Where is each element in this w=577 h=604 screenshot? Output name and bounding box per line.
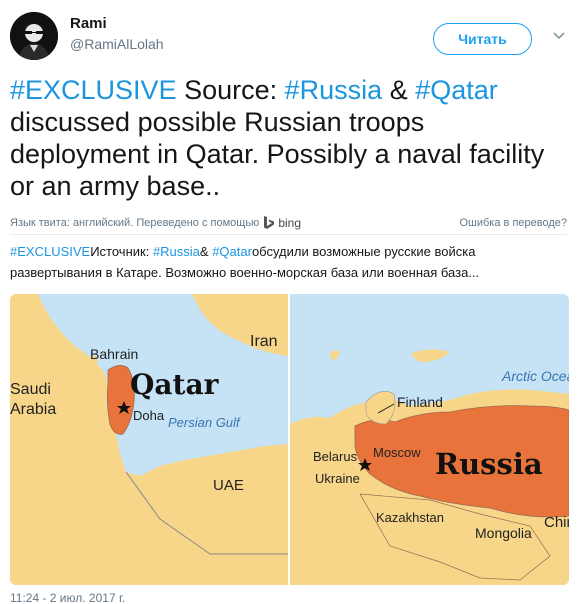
avatar-image	[10, 12, 58, 60]
label-arctic-ocean: Arctic Ocean	[501, 368, 569, 384]
label-russia: Russia	[435, 447, 543, 481]
label-iran: Iran	[250, 333, 278, 350]
hashtag-qatar-translated[interactable]: #Qatar	[212, 244, 252, 259]
media-image: Bahrain Iran Saudi Arabia Qatar Doha Per…	[10, 294, 569, 585]
hashtag-exclusive[interactable]: #EXCLUSIVE	[10, 75, 177, 105]
tweet-timestamp[interactable]: 11:24 - 2 июл. 2017 г.	[10, 591, 125, 604]
chevron-down-icon[interactable]	[551, 28, 567, 44]
hashtag-russia[interactable]: #Russia	[285, 75, 383, 105]
hashtag-qatar[interactable]: #Qatar	[415, 75, 498, 105]
hashtag-exclusive-translated[interactable]: #EXCLUSIVE	[10, 244, 90, 259]
label-qatar: Qatar	[130, 368, 220, 401]
label-arabia: Arabia	[10, 401, 56, 418]
map-russia: Arctic Ocean Finland Belarus Moscow Ukra…	[290, 294, 569, 585]
hashtag-russia-translated[interactable]: #Russia	[153, 244, 200, 259]
tweet-text: #EXCLUSIVE Source: #Russia & #Qatar disc…	[10, 75, 545, 201]
user-handle[interactable]: @RamiAlLolah	[70, 36, 164, 52]
follow-button[interactable]: Читать	[433, 23, 532, 55]
bing-label: bing	[278, 216, 301, 230]
label-bahrain: Bahrain	[90, 346, 138, 362]
map-qatar: Bahrain Iran Saudi Arabia Qatar Doha Per…	[10, 294, 288, 585]
bing-link[interactable]: bing	[263, 216, 301, 230]
label-finland: Finland	[397, 394, 443, 410]
label-doha: Doha	[133, 408, 165, 423]
translation-info-text: Язык твита: английский. Переведено с пом…	[10, 217, 260, 229]
label-saudi: Saudi	[10, 381, 51, 398]
tweet-header: Rami @RamiAlLolah Читать	[10, 10, 567, 60]
translated-text: #EXCLUSIVEИсточник: #Russia& #Qatarобсуд…	[10, 244, 480, 280]
label-mongolia: Mongolia	[475, 525, 532, 541]
translation-error-link[interactable]: Ошибка в переводе?	[459, 217, 567, 229]
label-ukraine: Ukraine	[315, 471, 360, 486]
label-moscow: Moscow	[373, 445, 421, 460]
label-persian-gulf: Persian Gulf	[168, 415, 241, 430]
avatar[interactable]	[10, 12, 58, 60]
label-belarus: Belarus	[313, 449, 358, 464]
translation-info: Язык твита: английский. Переведено с пом…	[10, 212, 567, 234]
user-name[interactable]: Rami	[70, 15, 107, 32]
divider	[10, 234, 567, 235]
bing-icon	[264, 216, 275, 229]
label-china: Chin	[544, 514, 569, 531]
label-kazakhstan: Kazakhstan	[376, 510, 444, 525]
tweet-media[interactable]: Bahrain Iran Saudi Arabia Qatar Doha Per…	[10, 294, 569, 585]
label-uae: UAE	[213, 477, 244, 494]
